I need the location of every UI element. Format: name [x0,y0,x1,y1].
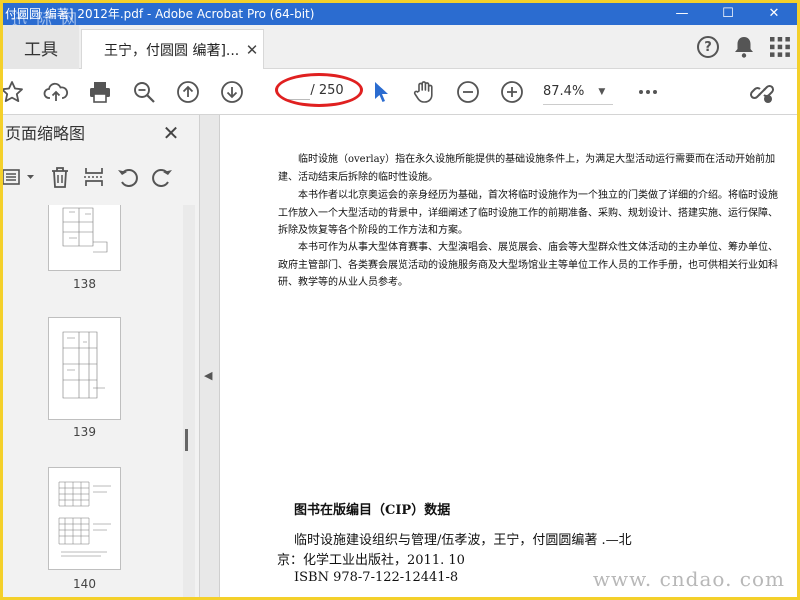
select-cursor-icon[interactable] [367,79,393,105]
annotation-ellipse [275,73,363,107]
page-thumbnail[interactable] [48,317,121,420]
header-actions: ? [697,25,791,69]
cloud-upload-icon[interactable] [43,79,69,105]
body-paragraph: 本书可作为从事大型体育赛事、大型演唱会、展览展会、庙会等大型群众性文体活动的主办… [278,242,778,289]
page-down-icon[interactable] [219,79,245,105]
page-up-icon[interactable] [175,79,201,105]
rotate-right-icon[interactable] [149,164,175,190]
panel-close-icon[interactable]: ✕ [161,121,181,145]
print-icon[interactable] [87,79,113,105]
thumbnail-list: 138 139 140 [3,205,183,597]
panel-scrollbar-thumb[interactable] [185,429,188,451]
close-window-button[interactable]: ✕ [751,3,797,25]
star-icon[interactable] [3,79,25,105]
thumbnail-page-number: 140 [73,577,96,591]
insert-pages-icon[interactable] [81,164,107,190]
bell-icon[interactable] [733,35,755,59]
zoom-search-icon[interactable] [131,79,157,105]
collapse-panel-icon[interactable]: ◀ [204,369,212,382]
tab-document[interactable]: 王宁，付圆圆 编著]... ✕ [81,29,264,69]
share-link-icon[interactable] [749,79,775,105]
page-thumbnail[interactable] [48,467,121,570]
cip-heading: 图书在版编目（CIP）数据 [294,503,451,518]
zoom-value: 87.4% [543,84,585,99]
minimize-button[interactable]: — [659,3,705,25]
panel-splitter[interactable]: ◀ [200,115,220,597]
window-controls: — ☐ ✕ [659,3,797,25]
zoom-plus-icon[interactable] [499,79,525,105]
title-bar: 付圆圆 编著] 2012年.pdf - Adobe Acrobat Pro (6… [3,3,797,29]
body-paragraph: 本书作者以北京奥运会的亲身经历为基础，首次将临时设施作为一个独立的门类做了详细的… [278,190,778,237]
maximize-button[interactable]: ☐ [705,3,751,25]
watermark-bottom-right: www. cndao. com [592,567,785,591]
tab-tools[interactable]: 工具 [3,25,79,69]
hand-tool-icon[interactable] [411,79,437,105]
tab-document-label: 王宁，付圆圆 编著]... [104,42,240,59]
panel-scrollbar[interactable] [183,205,195,597]
thumbnail-page-number: 138 [73,277,96,291]
rotate-left-icon[interactable] [115,164,141,190]
cip-line: ISBN 978-7-122-12441-8 [294,570,459,585]
thumbnail-panel: 页面缩略图 ✕ 138 139 140 [3,115,200,597]
document-view: 临时设施（overlay）指在永久设施所能提供的基础设施条件上，为满足大型活动运… [220,115,797,597]
panel-toolbar [3,157,200,197]
tab-close-icon[interactable]: ✕ [241,41,263,59]
body-paragraph: 临时设施（overlay）指在永久设施所能提供的基础设施条件上，为满足大型活动运… [278,154,776,183]
apps-grid-icon[interactable] [769,36,791,58]
help-icon[interactable]: ? [697,36,719,58]
thumbnail-page-number: 139 [73,425,96,439]
chevron-down-icon: ▼ [598,86,606,97]
page-thumbnail[interactable] [48,205,121,271]
main-toolbar: / 250 87.4% ▼ [3,69,797,115]
more-icon[interactable] [635,79,661,105]
tab-row: 工具 王宁，付圆圆 编著]... ✕ ? [3,25,797,69]
zoom-minus-icon[interactable] [455,79,481,105]
trash-icon[interactable] [47,164,73,190]
cip-line: 临时设施建设组织与管理/伍孝波，王宁，付圆圆编著 .—北 [294,533,632,548]
zoom-select[interactable]: 87.4% ▼ [543,79,613,105]
thumbnail-options-icon[interactable] [3,164,39,190]
app-window: 付圆圆 编著] 2012年.pdf - Adobe Acrobat Pro (6… [3,3,797,597]
cip-line: 京：化学工业出版社，2011. 10 [277,553,465,568]
